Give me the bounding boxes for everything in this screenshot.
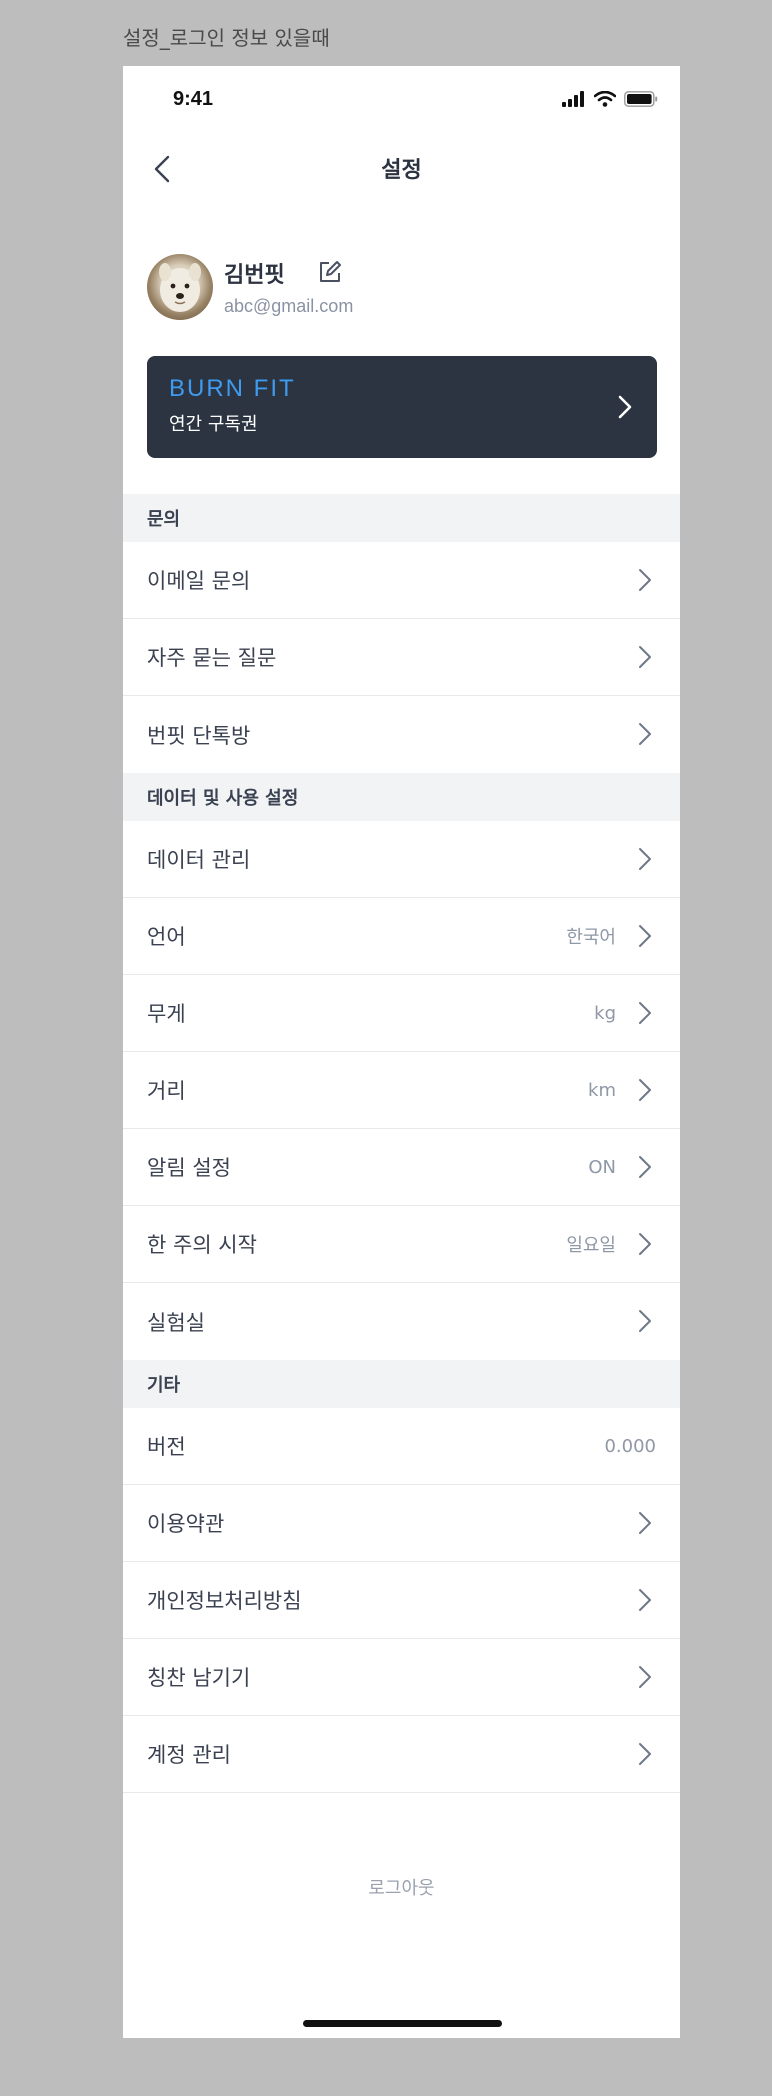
row-label: 데이터 관리 [147, 848, 251, 872]
chevron-right-icon [639, 1512, 651, 1534]
battery-icon [624, 91, 658, 107]
home-indicator [303, 2020, 502, 2027]
logout-button[interactable]: 로그아웃 [123, 1874, 680, 1900]
row-label: 무게 [147, 1002, 186, 1026]
chevron-right-icon [618, 395, 632, 419]
chevron-right-icon [639, 1233, 651, 1255]
row-value: 한국어 [566, 927, 616, 948]
row-label: 이용약관 [147, 1512, 225, 1536]
subscription-label: 연간 구독권 [169, 414, 258, 435]
row-privacy-policy[interactable]: 개인정보처리방침 [123, 1562, 680, 1639]
chevron-right-icon [639, 1079, 651, 1101]
row-leave-compliment[interactable]: 칭찬 남기기 [123, 1639, 680, 1716]
profile-email: abc@gmail.com [224, 296, 354, 316]
chevron-right-icon [639, 1743, 651, 1765]
avatar[interactable] [147, 254, 213, 320]
row-faq[interactable]: 자주 묻는 질문 [123, 619, 680, 696]
row-label: 이메일 문의 [147, 569, 251, 593]
chevron-right-icon [639, 1589, 651, 1611]
version-value: 0.000 [604, 1435, 656, 1457]
chevron-right-icon [639, 1002, 651, 1024]
row-version: 버전 0.000 [123, 1408, 680, 1485]
edit-profile-button[interactable] [317, 259, 343, 285]
row-week-start[interactable]: 한 주의 시작 일요일 [123, 1206, 680, 1283]
row-data-management[interactable]: 데이터 관리 [123, 821, 680, 898]
chevron-right-icon [639, 569, 651, 591]
wifi-icon [594, 91, 616, 107]
row-weight-unit[interactable]: 무게 kg [123, 975, 680, 1052]
settings-list: 문의 이메일 문의 자주 묻는 질문 번핏 단톡방 데이터 및 사용 설정 데이… [123, 494, 680, 1793]
row-label: 실험실 [147, 1310, 205, 1335]
row-label: 칭찬 남기기 [147, 1666, 251, 1690]
status-bar: 9:41 [123, 66, 680, 136]
row-label: 언어 [147, 925, 186, 949]
chevron-right-icon [639, 848, 651, 870]
section-header-inquiry: 문의 [123, 494, 680, 542]
row-account-management[interactable]: 계정 관리 [123, 1716, 680, 1793]
chevron-right-icon [639, 925, 651, 947]
row-terms[interactable]: 이용약관 [123, 1485, 680, 1562]
row-distance-unit[interactable]: 거리 km [123, 1052, 680, 1129]
row-label: 계정 관리 [147, 1743, 231, 1767]
row-label: 자주 묻는 질문 [147, 646, 277, 670]
chevron-right-icon [639, 1310, 651, 1332]
row-value: ON [588, 1156, 616, 1178]
section-header-other: 기타 [123, 1360, 680, 1408]
edit-icon [320, 261, 341, 282]
phone-screen: 9:41 설정 김번핏 abc@gmail.com BURN FIT 연간 구독… [123, 66, 680, 2038]
row-label: 알림 설정 [147, 1156, 231, 1180]
status-time: 9:41 [173, 88, 214, 110]
brand-logo: BURN FIT [169, 375, 296, 402]
status-icons [562, 91, 658, 107]
subscription-card[interactable]: BURN FIT 연간 구독권 [147, 356, 657, 458]
row-label: 한 주의 시작 [147, 1233, 257, 1257]
chevron-right-icon [639, 1156, 651, 1178]
row-notifications[interactable]: 알림 설정 ON [123, 1129, 680, 1206]
profile-name: 김번핏 [224, 263, 285, 288]
row-label: 버전 [147, 1435, 186, 1459]
row-value: km [588, 1079, 616, 1101]
page-title: 설정 [381, 158, 422, 183]
row-group-chat[interactable]: 번핏 단톡방 [123, 696, 680, 773]
chevron-right-icon [639, 1666, 651, 1688]
row-lab[interactable]: 실험실 [123, 1283, 680, 1360]
navigation-bar: 설정 [123, 136, 680, 202]
row-value: kg [594, 1002, 616, 1024]
cellular-signal-icon [562, 91, 584, 107]
profile-section: 김번핏 abc@gmail.com [147, 254, 657, 324]
section-header-data-settings: 데이터 및 사용 설정 [123, 773, 680, 821]
dog-photo-icon [159, 263, 201, 312]
row-label: 거리 [147, 1079, 186, 1103]
row-value: 일요일 [566, 1235, 616, 1256]
row-label: 개인정보처리방침 [147, 1589, 302, 1613]
row-label: 번핏 단톡방 [147, 723, 251, 748]
chevron-right-icon [639, 723, 651, 745]
frame-caption: 설정_로그인 정보 있을때 [123, 26, 330, 50]
row-language[interactable]: 언어 한국어 [123, 898, 680, 975]
chevron-right-icon [639, 646, 651, 668]
row-email-inquiry[interactable]: 이메일 문의 [123, 542, 680, 619]
